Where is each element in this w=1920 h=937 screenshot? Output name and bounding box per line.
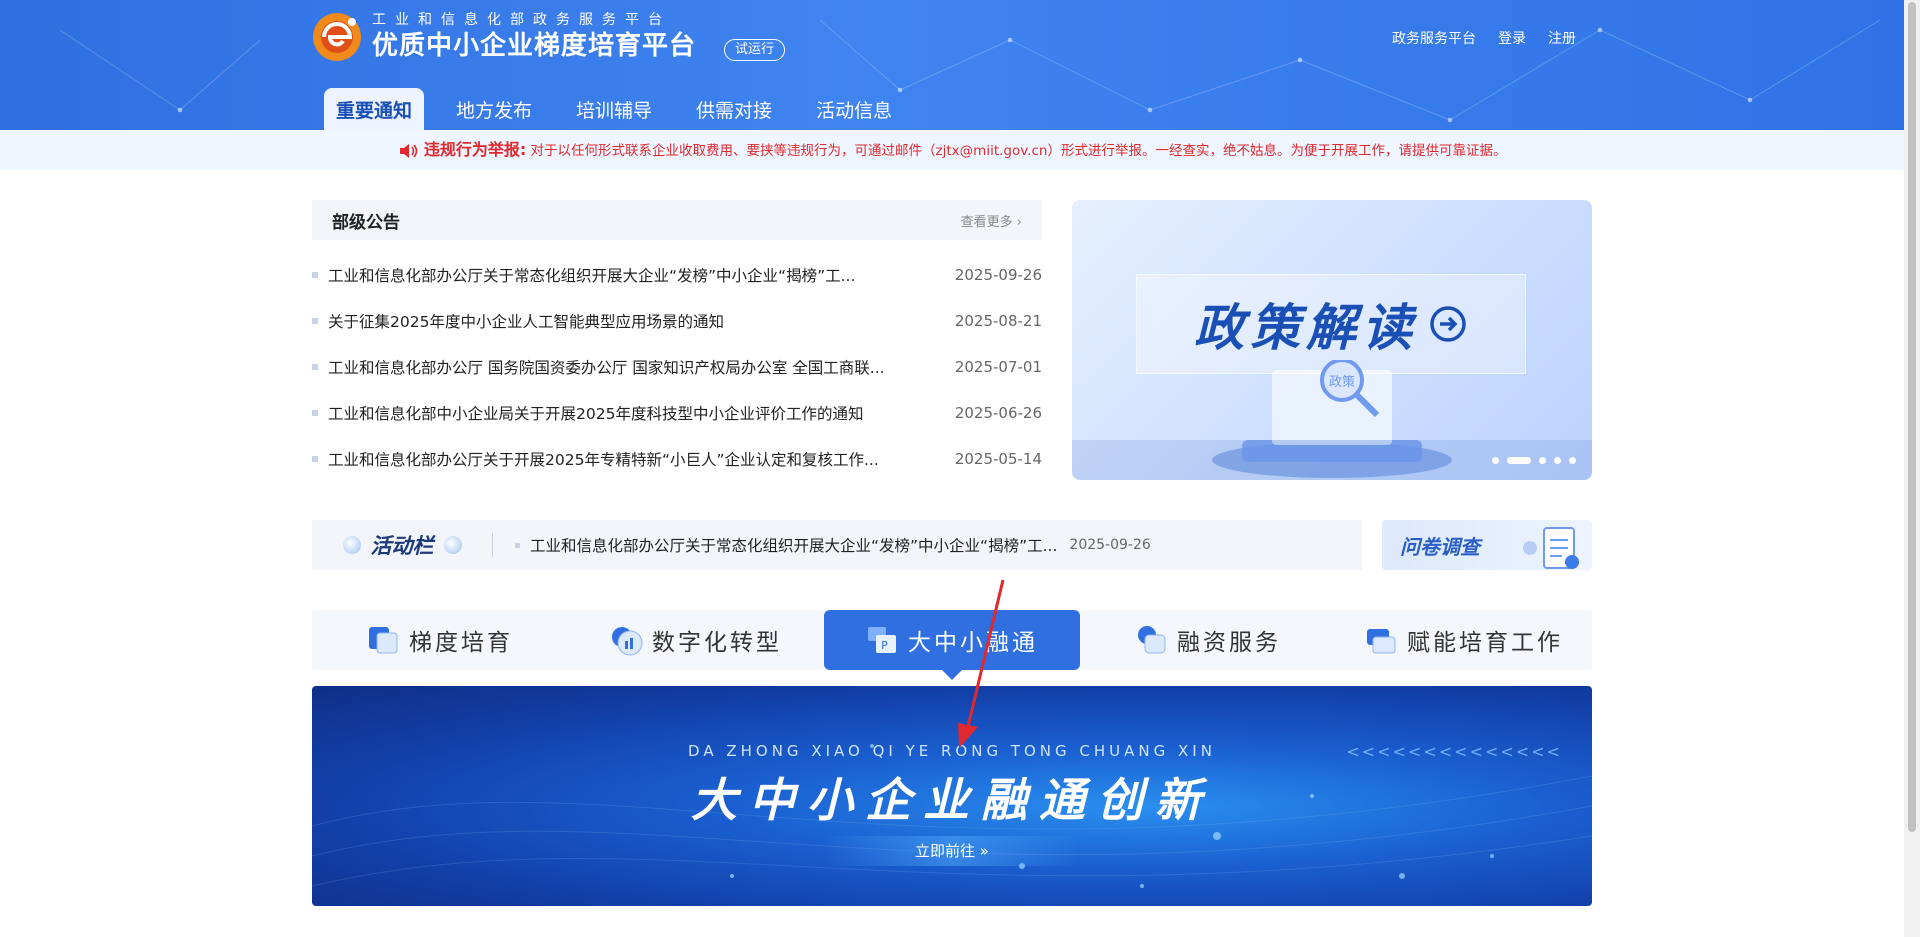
site-subtitle: 工业和信息化部政务服务平台 bbox=[372, 12, 671, 28]
bullet-icon bbox=[312, 456, 318, 462]
speaker-icon bbox=[399, 144, 417, 158]
bullet-icon bbox=[515, 542, 520, 548]
integration-icon: P bbox=[868, 627, 896, 653]
survey-label: 问卷调查 bbox=[1400, 534, 1480, 559]
carousel-dot[interactable] bbox=[1492, 457, 1499, 464]
carousel-dot[interactable] bbox=[1554, 457, 1561, 464]
tab-label: 融资服务 bbox=[1177, 630, 1281, 656]
bubble-icon bbox=[342, 536, 361, 554]
nav-item-training[interactable]: 培训辅导 bbox=[564, 88, 664, 130]
clipboard-survey-icon bbox=[1523, 527, 1579, 569]
site-title: 优质中小企业梯度培育平台 bbox=[372, 31, 697, 61]
notice-text: 对于以任何形式联系企业收取费用、要挟等违规行为，可通过邮件（zjtx@miit.… bbox=[530, 143, 1507, 159]
activity-bar: 活动栏 工业和信息化部办公厅关于常态化组织开展大企业“发榜”中小企业“揭榜”工.… bbox=[312, 520, 1362, 570]
tab-digital-transformation[interactable]: 数字化转型 bbox=[568, 610, 824, 670]
tab-label: 梯度培育 bbox=[409, 630, 513, 656]
carousel-dots bbox=[1492, 457, 1576, 464]
news-date: 2025-09-26 bbox=[954, 266, 1042, 284]
promo-title: 大中小企业融通创新 bbox=[691, 773, 1213, 827]
tab-label: 数字化转型 bbox=[652, 630, 782, 656]
tab-large-medium-small-integration[interactable]: P 大中小融通 bbox=[824, 610, 1080, 680]
chevron-right-icon: › bbox=[1016, 214, 1022, 230]
news-title: 工业和信息化部办公厅关于开展2025年专精特新“小巨人”企业认定和复核工作... bbox=[328, 451, 879, 469]
news-title: 工业和信息化部办公厅 国务院国资委办公厅 国家知识产权局办公室 全国工商联... bbox=[328, 359, 885, 377]
site-header: 工业和信息化部政务服务平台 优质中小企业梯度培育平台 试运行 政务服务平台 登录… bbox=[0, 0, 1904, 130]
news-date: 2025-08-21 bbox=[954, 312, 1042, 330]
carousel-dot[interactable] bbox=[1539, 457, 1546, 464]
go-now-button[interactable]: 立即前往 » bbox=[822, 836, 1082, 866]
list-item[interactable]: 工业和信息化部办公厅关于开展2025年专精特新“小巨人”企业认定和复核工作...… bbox=[312, 436, 1042, 482]
notice-title: 违规行为举报: bbox=[423, 140, 527, 159]
top-links: 政务服务平台 登录 注册 bbox=[1392, 28, 1576, 48]
integration-innovation-banner[interactable]: DA ZHONG XIAO QI YE RONG TONG CHUANG XIN… bbox=[312, 686, 1592, 906]
announcement-list: 工业和信息化部办公厅关于常态化组织开展大企业“发榜”中小企业“揭榜”工... 2… bbox=[312, 252, 1042, 482]
nav-item-activities[interactable]: 活动信息 bbox=[804, 88, 904, 130]
news-date: 2025-06-26 bbox=[954, 404, 1042, 422]
tab-tiered-cultivation[interactable]: 梯度培育 bbox=[312, 610, 568, 670]
survey-button[interactable]: 问卷调查 bbox=[1382, 520, 1592, 570]
carousel-dot[interactable] bbox=[1569, 457, 1576, 464]
gov-service-link[interactable]: 政务服务平台 bbox=[1392, 28, 1476, 48]
divider bbox=[492, 533, 493, 557]
trial-badge: 试运行 bbox=[724, 39, 786, 61]
news-date: 2025-07-01 bbox=[954, 358, 1042, 376]
login-link[interactable]: 登录 bbox=[1498, 28, 1526, 48]
banner-title: 政策解读 bbox=[1194, 299, 1418, 357]
bullet-icon bbox=[312, 410, 318, 416]
tab-label: 大中小融通 bbox=[908, 630, 1038, 656]
miit-logo-icon bbox=[313, 13, 361, 61]
tab-financing-services[interactable]: 融资服务 bbox=[1080, 610, 1336, 670]
empowerment-icon bbox=[1367, 629, 1396, 654]
carousel-dot-active[interactable] bbox=[1507, 457, 1531, 464]
register-link[interactable]: 注册 bbox=[1548, 28, 1576, 48]
activity-label: 活动栏 bbox=[312, 530, 492, 560]
site-logo[interactable]: 工业和信息化部政务服务平台 优质中小企业梯度培育平台 bbox=[310, 10, 696, 64]
bullet-icon bbox=[312, 318, 318, 324]
ministry-announcements: 部级公告 查看更多 › 工业和信息化部办公厅关于常态化组织开展大企业“发榜”中小… bbox=[312, 200, 1042, 482]
network-background-decoration bbox=[59, 19, 1881, 123]
news-date: 2025-05-14 bbox=[954, 450, 1042, 468]
view-more-link[interactable]: 查看更多 › bbox=[961, 211, 1022, 230]
banner-stage-label: 政策 bbox=[1329, 374, 1355, 390]
news-title: 关于征集2025年度中小企业人工智能典型应用场景的通知 bbox=[328, 313, 724, 331]
banner-card: 政策解读 bbox=[1136, 274, 1526, 374]
tab-empowerment-work[interactable]: 赋能培育工作 bbox=[1336, 610, 1592, 670]
main-nav: 重要通知 地方发布 培训辅导 供需对接 活动信息 bbox=[324, 88, 924, 130]
activity-news-date: 2025-09-26 bbox=[1069, 537, 1151, 553]
list-item[interactable]: 关于征集2025年度中小企业人工智能典型应用场景的通知 2025-08-21 bbox=[312, 298, 1042, 344]
bullet-icon bbox=[312, 272, 318, 278]
report-notice-bar: 违规行为举报: 对于以任何形式联系企业收取费用、要挟等违规行为，可通过邮件（zj… bbox=[0, 130, 1904, 170]
go-now-label: 立即前往 bbox=[915, 842, 976, 860]
digital-chart-icon bbox=[612, 627, 643, 656]
tab-label: 赋能培育工作 bbox=[1407, 630, 1563, 656]
activity-news-item[interactable]: 工业和信息化部办公厅关于常态化组织开展大企业“发榜”中小企业“揭榜”工... 2… bbox=[515, 534, 1151, 556]
chevrons-left-decoration: <<<<<<<<<<<<<< bbox=[1346, 742, 1562, 761]
cultivation-icon bbox=[369, 627, 398, 654]
activity-label-text: 活动栏 bbox=[370, 534, 434, 558]
bullet-icon bbox=[312, 364, 318, 370]
nav-item-supply-demand[interactable]: 供需对接 bbox=[684, 88, 784, 130]
page-scrollbar[interactable] bbox=[1904, 0, 1920, 937]
list-item[interactable]: 工业和信息化部办公厅关于常态化组织开展大企业“发榜”中小企业“揭榜”工... 2… bbox=[312, 252, 1042, 298]
nav-item-local-release[interactable]: 地方发布 bbox=[444, 88, 544, 130]
bubble-icon bbox=[443, 536, 462, 554]
list-item[interactable]: 工业和信息化部办公厅 国务院国资委办公厅 国家知识产权局办公室 全国工商联...… bbox=[312, 344, 1042, 390]
financing-icon bbox=[1138, 626, 1166, 654]
activity-news-title: 工业和信息化部办公厅关于常态化组织开展大企业“发榜”中小企业“揭榜”工... bbox=[530, 537, 1058, 555]
list-item[interactable]: 工业和信息化部中小企业局关于开展2025年度科技型中小企业评价工作的通知 202… bbox=[312, 390, 1042, 436]
announcements-header: 部级公告 查看更多 › bbox=[312, 200, 1042, 240]
scrollbar-thumb[interactable] bbox=[1908, 2, 1916, 832]
arrow-right-circle-icon bbox=[1430, 306, 1466, 342]
double-chevron-right-icon: » bbox=[979, 842, 989, 860]
news-title: 工业和信息化部中小企业局关于开展2025年度科技型中小企业评价工作的通知 bbox=[328, 405, 864, 423]
news-title: 工业和信息化部办公厅关于常态化组织开展大企业“发榜”中小企业“揭榜”工... bbox=[328, 267, 856, 285]
svg-text:P: P bbox=[881, 639, 891, 652]
policy-banner-carousel[interactable]: 政策解读 政策 bbox=[1072, 200, 1592, 480]
nav-item-important-notice[interactable]: 重要通知 bbox=[324, 88, 425, 130]
view-more-label: 查看更多 bbox=[960, 214, 1013, 230]
announcements-title: 部级公告 bbox=[332, 212, 400, 233]
service-tabs: 梯度培育 数字化转型 P 大中小融通 融资服务 赋能培育工作 bbox=[312, 610, 1592, 680]
